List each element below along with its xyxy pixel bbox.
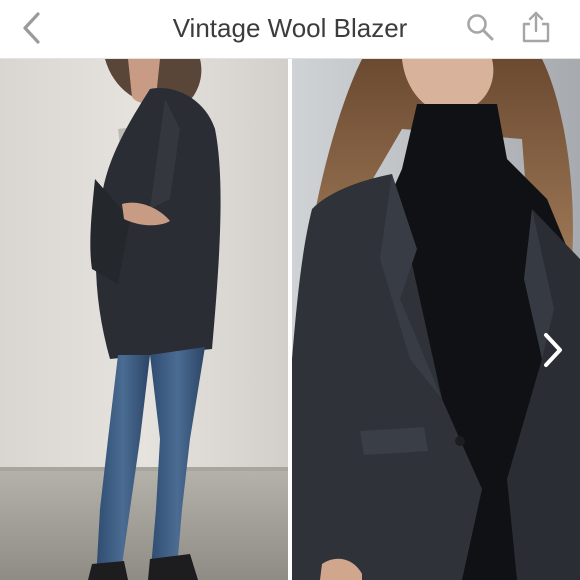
chevron-right-icon <box>544 333 562 367</box>
product-photo-1[interactable] <box>0 59 288 580</box>
app-bar: Vintage Wool Blazer <box>0 0 580 59</box>
share-icon <box>522 11 550 43</box>
search-icon <box>467 14 494 41</box>
search-button[interactable] <box>462 9 498 45</box>
page-title: Vintage Wool Blazer <box>172 13 408 43</box>
share-button[interactable] <box>518 9 554 45</box>
product-photo-2[interactable] <box>292 59 580 580</box>
back-button[interactable] <box>14 8 50 48</box>
photo-full-length-image <box>0 59 288 580</box>
next-photo-button[interactable] <box>536 327 570 373</box>
chevron-left-icon <box>23 12 40 44</box>
photo-closeup-image <box>292 59 580 580</box>
product-photo-gallery[interactable] <box>0 59 580 580</box>
